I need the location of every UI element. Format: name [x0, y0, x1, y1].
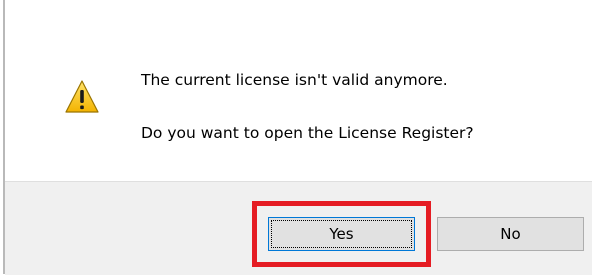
yes-button-highlight	[252, 201, 431, 267]
no-button[interactable]: No	[437, 217, 584, 251]
license-dialog: The current license isn't valid anymore.…	[0, 0, 592, 275]
warning-icon	[65, 80, 99, 113]
message-line-1: The current license isn't valid anymore.	[141, 71, 448, 89]
message-line-2: Do you want to open the License Register…	[141, 124, 474, 142]
